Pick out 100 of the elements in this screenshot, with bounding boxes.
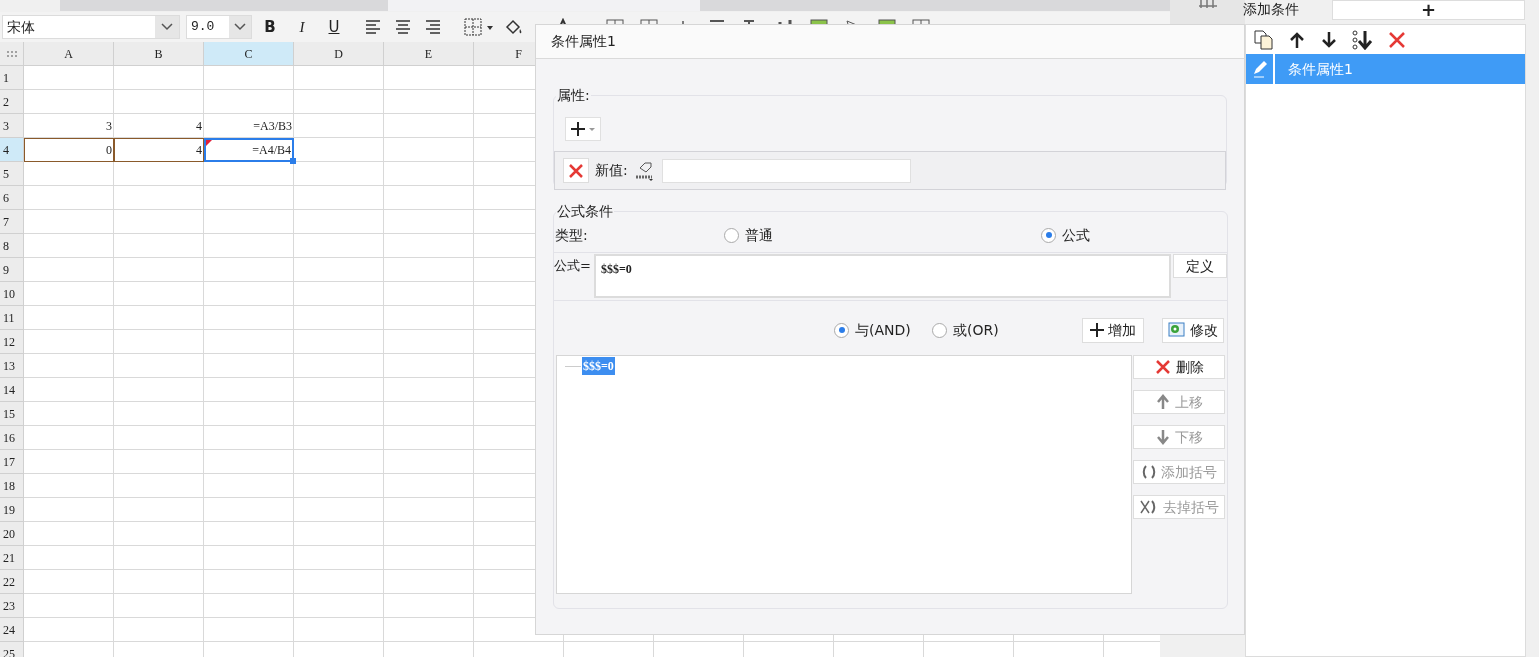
column-header[interactable]: E (384, 42, 474, 66)
table-cell[interactable] (384, 426, 474, 450)
table-cell[interactable] (24, 330, 114, 354)
row-header[interactable]: 23 (0, 594, 24, 618)
table-cell[interactable] (204, 210, 294, 234)
table-cell[interactable] (24, 210, 114, 234)
table-cell[interactable] (384, 522, 474, 546)
font-size-dropdown[interactable]: 9.0 (186, 15, 252, 39)
table-cell[interactable] (384, 258, 474, 282)
table-cell[interactable] (294, 162, 384, 186)
row-header[interactable]: 21 (0, 546, 24, 570)
row-header[interactable]: 3 (0, 114, 24, 138)
bold-button[interactable]: B (256, 15, 284, 39)
table-cell[interactable] (204, 522, 294, 546)
table-cell[interactable] (294, 474, 384, 498)
move-bottom-icon[interactable] (1352, 29, 1374, 50)
table-cell[interactable] (294, 546, 384, 570)
table-cell[interactable] (204, 90, 294, 114)
delete-property-button[interactable] (563, 158, 589, 183)
table-cell[interactable] (384, 162, 474, 186)
table-cell[interactable] (24, 450, 114, 474)
table-cell[interactable] (114, 402, 204, 426)
table-cell[interactable] (114, 66, 204, 90)
table-cell[interactable] (204, 354, 294, 378)
table-cell[interactable] (114, 546, 204, 570)
row-header[interactable]: 9 (0, 258, 24, 282)
table-cell[interactable] (114, 234, 204, 258)
table-cell[interactable] (24, 306, 114, 330)
table-cell[interactable] (294, 258, 384, 282)
table-cell[interactable] (204, 426, 294, 450)
row-header[interactable]: 13 (0, 354, 24, 378)
table-cell[interactable] (204, 258, 294, 282)
table-cell[interactable] (294, 354, 384, 378)
radio-button[interactable]: 或(OR) (932, 319, 1082, 341)
fill-handle[interactable] (290, 158, 296, 164)
row-header[interactable]: 1 (0, 66, 24, 90)
grid-icon[interactable] (1198, 0, 1217, 10)
select-all-icon[interactable] (5, 49, 18, 58)
table-cell[interactable]: =A4/B4 (204, 138, 294, 162)
table-cell[interactable] (294, 426, 384, 450)
table-cell[interactable] (204, 498, 294, 522)
table-cell[interactable] (204, 186, 294, 210)
row-header[interactable]: 6 (0, 186, 24, 210)
table-cell[interactable] (114, 282, 204, 306)
edit-button[interactable]: 修改 (1162, 317, 1224, 343)
table-cell[interactable] (294, 66, 384, 90)
table-cell[interactable] (24, 258, 114, 282)
row-header[interactable]: 7 (0, 210, 24, 234)
table-cell[interactable] (384, 330, 474, 354)
row-header[interactable]: 17 (0, 450, 24, 474)
table-cell[interactable]: 4 (114, 138, 204, 162)
table-cell[interactable] (204, 570, 294, 594)
arrow-down-icon[interactable] (1320, 30, 1338, 49)
table-cell[interactable] (294, 186, 384, 210)
column-header[interactable]: B (114, 42, 204, 66)
table-cell[interactable] (384, 282, 474, 306)
radio-button[interactable]: 与(AND) (834, 319, 932, 341)
row-header[interactable]: 19 (0, 498, 24, 522)
row-header[interactable]: 5 (0, 162, 24, 186)
table-cell[interactable] (114, 594, 204, 618)
table-cell[interactable] (294, 570, 384, 594)
table-cell[interactable] (204, 66, 294, 90)
table-cell[interactable] (114, 522, 204, 546)
table-cell[interactable] (204, 234, 294, 258)
table-cell[interactable] (384, 546, 474, 570)
table-cell[interactable] (24, 498, 114, 522)
table-cell[interactable] (384, 114, 474, 138)
table-cell[interactable] (384, 66, 474, 90)
radio-button[interactable]: 普通 (724, 224, 1041, 246)
align-right-icon[interactable] (424, 18, 442, 36)
border-icon[interactable] (464, 18, 494, 36)
table-cell[interactable] (204, 162, 294, 186)
table-cell[interactable] (24, 66, 114, 90)
table-cell[interactable] (294, 522, 384, 546)
table-cell[interactable] (294, 282, 384, 306)
table-cell[interactable] (384, 594, 474, 618)
table-cell[interactable]: =A3/B3 (204, 114, 294, 138)
table-cell[interactable] (114, 618, 204, 642)
table-cell[interactable] (24, 90, 114, 114)
table-cell[interactable] (114, 498, 204, 522)
row-header[interactable]: 2 (0, 90, 24, 114)
formula-field[interactable]: $$$=0 (594, 254, 1171, 298)
align-center-icon[interactable] (394, 18, 412, 36)
underline-button[interactable]: U (320, 15, 348, 39)
italic-button[interactable]: I (288, 15, 316, 39)
abc-dropdown-icon[interactable] (633, 160, 656, 181)
table-cell[interactable]: 3 (24, 114, 114, 138)
table-cell[interactable] (114, 258, 204, 282)
chevron-down-icon[interactable] (234, 23, 246, 31)
table-cell[interactable] (204, 594, 294, 618)
table-cell[interactable] (294, 402, 384, 426)
table-cell[interactable] (384, 306, 474, 330)
table-cell[interactable] (384, 570, 474, 594)
table-cell[interactable] (384, 498, 474, 522)
add-condition-button[interactable]: + (1332, 0, 1525, 20)
table-cell[interactable] (384, 474, 474, 498)
row-header[interactable]: 12 (0, 330, 24, 354)
delete-button[interactable]: 删除 (1133, 355, 1225, 379)
column-header[interactable]: C (204, 42, 294, 66)
table-cell[interactable] (114, 306, 204, 330)
